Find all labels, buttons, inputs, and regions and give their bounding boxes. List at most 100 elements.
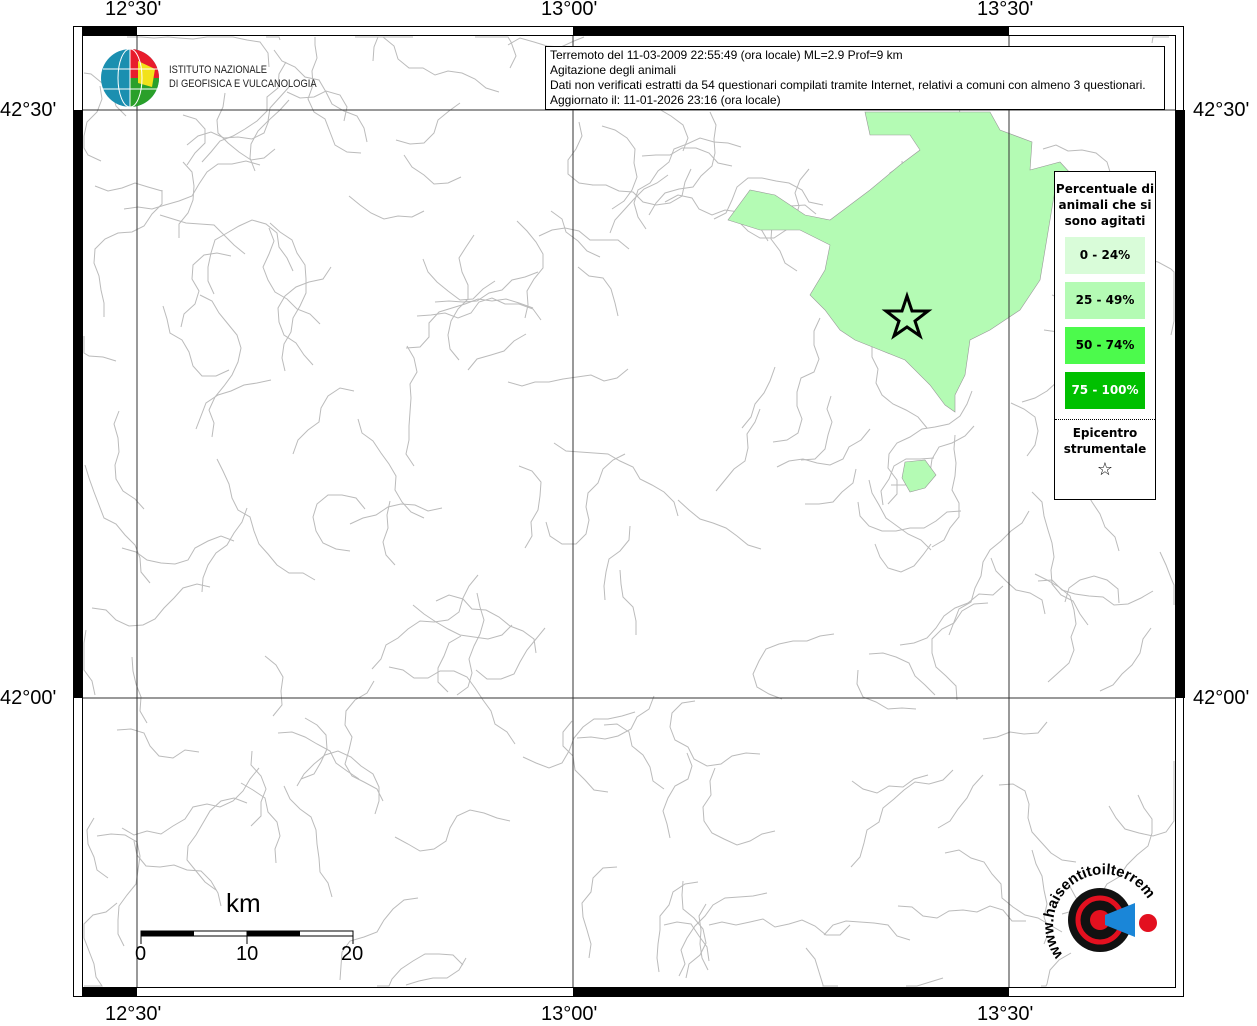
municipal-border [522, 711, 636, 769]
municipal-border [562, 720, 609, 793]
affected-area-25-49 [727, 111, 1073, 413]
municipal-border [121, 767, 260, 836]
municipal-border [475, 36, 517, 69]
municipal-border [266, 36, 281, 41]
municipal-border [437, 635, 462, 693]
municipal-border [776, 428, 871, 468]
municipal-border [307, 37, 362, 154]
municipal-border [823, 920, 911, 941]
municipal-border [405, 345, 418, 467]
municipal-border [518, 465, 542, 549]
municipal-border [113, 410, 145, 510]
lon-label-bottom: 13°00' [541, 1003, 598, 1025]
municipal-border [850, 769, 954, 868]
lat-label-left: 42°30' [0, 99, 57, 121]
scale-unit: km [226, 888, 261, 918]
municipal-border [195, 379, 272, 430]
municipal-border [567, 121, 594, 186]
municipal-border [216, 458, 316, 581]
municipal-border [250, 750, 267, 827]
municipal-border [348, 195, 425, 220]
municipal-border [121, 535, 235, 565]
star-icon: ☆ [1096, 459, 1114, 480]
municipal-border [1037, 579, 1154, 606]
municipal-border [182, 114, 206, 166]
municipal-border [1151, 36, 1169, 44]
municipal-border [292, 387, 355, 455]
data-note: Dati non verificati estratti da 54 quest… [550, 78, 1146, 92]
municipal-border [159, 214, 246, 255]
municipal-border [648, 111, 717, 216]
municipal-border [857, 501, 962, 532]
legend-class-25-49: 25 - 49% [1065, 282, 1145, 319]
municipal-border [800, 395, 833, 461]
municipal-border [475, 627, 546, 680]
ingv-globe-logo [101, 48, 159, 108]
municipal-border [1159, 551, 1175, 605]
municipal-border [382, 500, 396, 566]
municipal-border [581, 866, 618, 959]
municipal-border [456, 592, 485, 696]
municipal-border [372, 36, 413, 62]
legend: Percentuale di animali che si sono agita… [1054, 171, 1156, 500]
municipal-border [131, 656, 148, 724]
municipal-border [805, 947, 838, 987]
municipal-border [94, 182, 163, 192]
municipal-border [312, 494, 366, 552]
municipal-border [300, 717, 328, 780]
municipal-border [249, 86, 290, 172]
scale-tick: 10 [236, 943, 259, 965]
municipal-border [264, 655, 284, 717]
municipal-border [702, 767, 776, 846]
municipal-border [201, 507, 248, 593]
municipal-border [678, 892, 768, 977]
municipal-border [1108, 761, 1175, 837]
municipal-border [851, 774, 929, 794]
municipal-border [715, 408, 761, 492]
scale-tick: 0 [135, 943, 147, 965]
legend-class-75-100: 75 - 100% [1065, 372, 1145, 409]
municipal-border [277, 266, 332, 366]
municipal-border [669, 700, 761, 767]
municipal-border [422, 258, 496, 301]
scale-tick: 20 [341, 943, 364, 965]
municipal-border [601, 125, 638, 210]
municipal-border [741, 366, 776, 429]
municipal-border [577, 266, 619, 317]
municipal-border [339, 897, 419, 981]
municipal-border [874, 543, 932, 573]
municipal-border [982, 721, 1048, 740]
municipal-border [641, 147, 733, 167]
municipal-border [447, 234, 475, 361]
municipal-border [395, 102, 461, 145]
municipal-border [262, 227, 321, 325]
event-title: Terremoto del 11-03-2009 22:55:49 (ora l… [550, 48, 903, 62]
lat-label-right: 42°00' [1193, 687, 1250, 709]
municipal-border [180, 252, 232, 328]
municipal-border [856, 669, 917, 710]
municipal-border [116, 728, 200, 759]
lon-label-top: 13°30' [977, 0, 1034, 20]
municipal-border [83, 902, 118, 987]
municipal-border [1064, 575, 1120, 604]
municipal-border [937, 774, 984, 829]
legend-epicenter-label: Epicentro strumentale [1055, 419, 1155, 457]
municipal-border [83, 336, 117, 362]
municipal-border [656, 881, 699, 973]
municipal-border [1099, 627, 1152, 692]
municipal-border [435, 594, 537, 654]
municipal-border [1034, 573, 1077, 683]
haisentito-logo: www.haisentitoilterremoto.it [1035, 855, 1159, 963]
municipal-border [752, 633, 835, 700]
municipal-border [948, 510, 1030, 636]
municipal-border [990, 557, 1046, 615]
legend-class-50-74: 50 - 74% [1065, 327, 1145, 364]
municipal-border [186, 99, 290, 146]
municipal-border [906, 977, 944, 987]
municipal-border [84, 464, 151, 584]
municipal-border [394, 809, 511, 852]
municipal-border [1010, 402, 1039, 457]
municipal-border [931, 602, 989, 701]
municipal-border [545, 453, 626, 545]
legend-title: Percentuale di animali che si sono agita… [1055, 182, 1155, 228]
